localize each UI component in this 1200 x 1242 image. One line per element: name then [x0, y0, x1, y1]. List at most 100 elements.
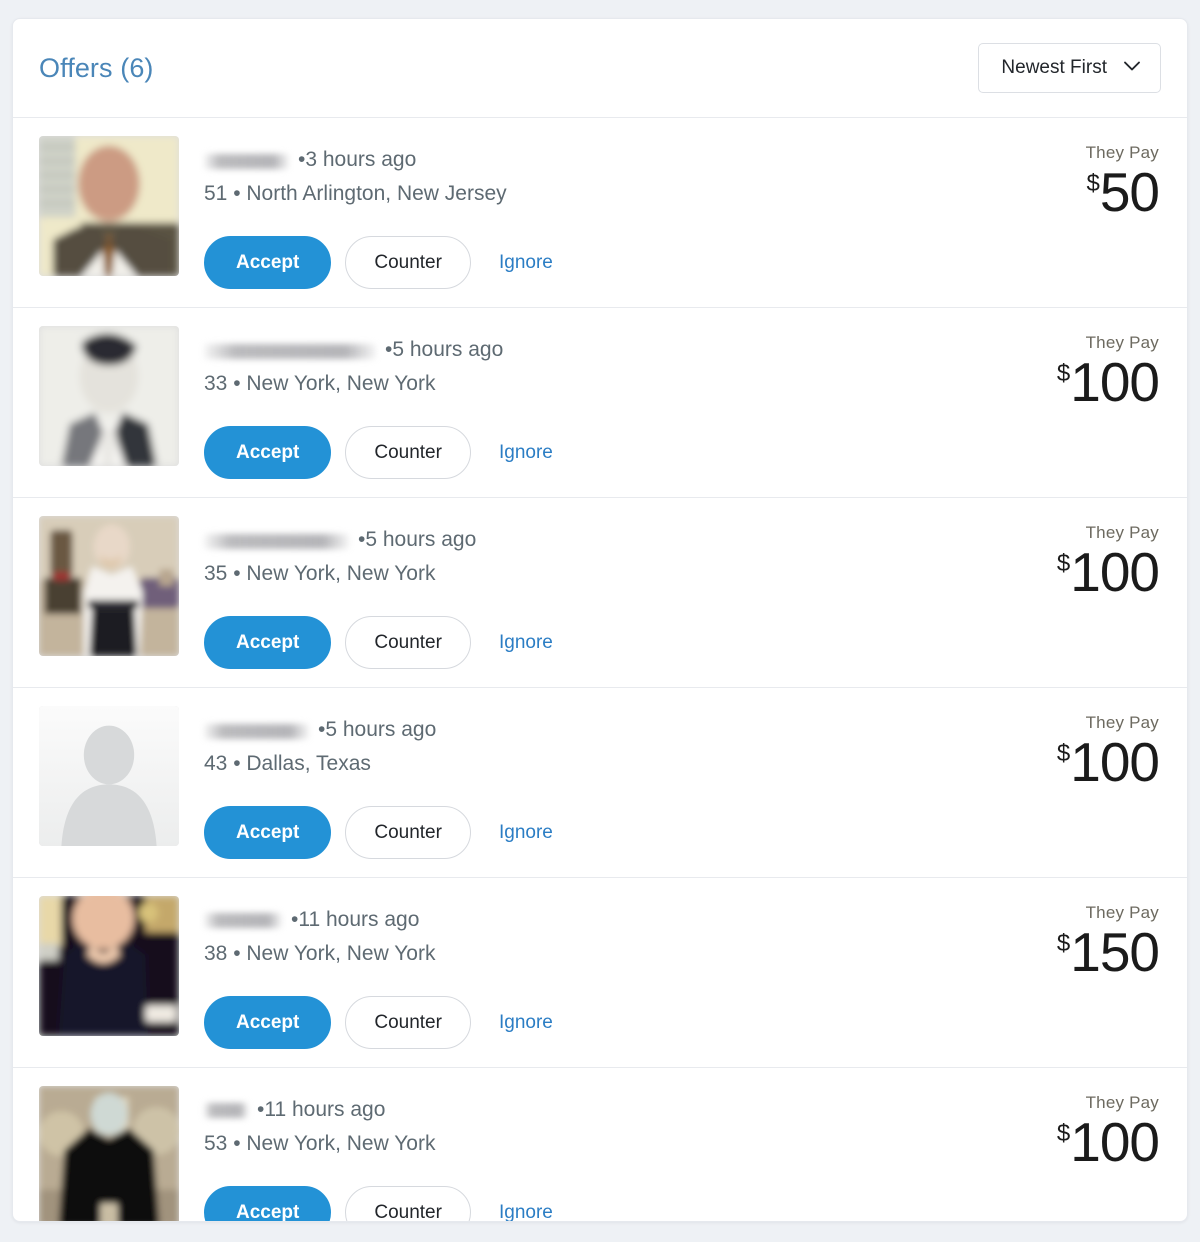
ignore-button[interactable]: Ignore [485, 427, 563, 478]
offers-list: • 3 hours ago 51 • North Arlington, New J… [13, 118, 1187, 1221]
offer-amount: $100 [1011, 734, 1160, 790]
amount-value: 50 [1099, 161, 1160, 223]
avatar[interactable] [39, 325, 179, 466]
offer-details: • 5 hours ago 35 • New York, New York Acce… [179, 516, 1011, 669]
offer-amount: $100 [1011, 1114, 1160, 1170]
amount-value: 100 [1070, 540, 1160, 603]
offer-amount: $100 [1011, 354, 1160, 410]
accept-button[interactable]: Accept [204, 235, 332, 289]
currency-symbol: $ [1056, 739, 1071, 767]
offer-identity-line: • 3 hours ago [204, 145, 1011, 175]
amount-value: 150 [1070, 920, 1160, 983]
offer-identity-line: • 5 hours ago [204, 525, 1011, 555]
chevron-down-icon [1123, 59, 1141, 77]
separator-dot: • [385, 337, 393, 361]
offer-age-location: 51 • North Arlington, New Jersey [204, 182, 507, 206]
offer-price: They Pay $100 [1011, 326, 1161, 410]
ignore-button[interactable]: Ignore [485, 617, 563, 668]
offer-actions: Accept Counter Ignore [204, 425, 1011, 479]
they-pay-label: They Pay [1085, 332, 1159, 352]
offers-card: Offers (6) Newest First • 3 hours ago 51 … [12, 18, 1188, 1222]
offer-timestamp: 5 hours ago [365, 527, 477, 551]
counter-button[interactable]: Counter [345, 805, 471, 859]
accept-button[interactable]: Accept [204, 1185, 332, 1221]
offer-price: They Pay $50 [1011, 136, 1161, 220]
amount-value: 100 [1070, 730, 1160, 793]
offer-details: • 3 hours ago 51 • North Arlington, New J… [179, 136, 1011, 289]
separator-dot: • [298, 148, 306, 171]
currency-symbol: $ [1056, 1119, 1071, 1147]
amount-value: 100 [1070, 350, 1160, 413]
offer-amount: $50 [1011, 165, 1160, 220]
they-pay-label: They Pay [1085, 712, 1159, 732]
they-pay-label: They Pay [1085, 522, 1159, 542]
avatar[interactable] [39, 515, 179, 656]
they-pay-label: They Pay [1085, 902, 1159, 922]
offer-details: • 11 hours ago 38 • New York, New York Acc… [179, 896, 1011, 1049]
they-pay-label: They Pay [1085, 143, 1159, 162]
offer-timestamp: 5 hours ago [392, 337, 504, 361]
username-redacted [204, 723, 309, 739]
username-redacted [204, 1103, 248, 1119]
offer-actions: Accept Counter Ignore [204, 1185, 1011, 1221]
offer-row: • 5 hours ago 43 • Dallas, Texas Accept Cou… [13, 688, 1187, 878]
avatar[interactable] [39, 895, 179, 1036]
offer-timestamp: 11 hours ago [264, 1097, 386, 1121]
offer-actions: Accept Counter Ignore [204, 615, 1011, 669]
username-redacted [204, 533, 349, 549]
offer-age-location: 53 • New York, New York [204, 1132, 436, 1156]
username-redacted [204, 913, 282, 929]
avatar[interactable] [39, 705, 179, 846]
offer-age-location: 35 • New York, New York [204, 562, 436, 586]
they-pay-label: They Pay [1085, 1092, 1159, 1112]
currency-symbol: $ [1056, 929, 1071, 957]
offer-identity-line: • 11 hours ago [204, 905, 1011, 935]
offer-actions: Accept Counter Ignore [204, 235, 1011, 289]
sort-order-dropdown[interactable]: Newest First [978, 43, 1161, 93]
offer-identity-line: • 5 hours ago [204, 715, 1011, 745]
offer-timestamp: 5 hours ago [325, 717, 437, 741]
counter-button[interactable]: Counter [345, 425, 471, 479]
ignore-button[interactable]: Ignore [485, 1187, 563, 1221]
counter-button[interactable]: Counter [345, 1185, 471, 1221]
currency-symbol: $ [1056, 549, 1071, 577]
accept-button[interactable]: Accept [204, 615, 332, 669]
offer-row: • 5 hours ago 33 • New York, New York Acce… [13, 308, 1187, 498]
offer-identity-line: • 5 hours ago [204, 335, 1011, 365]
ignore-button[interactable]: Ignore [485, 807, 563, 858]
offer-price: They Pay $150 [1011, 896, 1161, 980]
offer-row: • 5 hours ago 35 • New York, New York Acce… [13, 498, 1187, 688]
avatar[interactable] [39, 1085, 179, 1221]
offer-row: • 11 hours ago 53 • New York, New York Acc… [13, 1068, 1187, 1221]
counter-button[interactable]: Counter [345, 615, 471, 669]
offer-row: • 3 hours ago 51 • North Arlington, New J… [13, 118, 1187, 308]
sort-order-value: Newest First [1001, 57, 1107, 78]
counter-button[interactable]: Counter [345, 995, 471, 1049]
offer-price: They Pay $100 [1011, 1086, 1161, 1170]
page-background: Offers (6) Newest First • 3 hours ago 51 … [0, 0, 1200, 1242]
accept-button[interactable]: Accept [204, 995, 332, 1049]
ignore-button[interactable]: Ignore [485, 997, 563, 1048]
ignore-button[interactable]: Ignore [485, 237, 563, 288]
currency-symbol: $ [1086, 170, 1100, 197]
separator-dot: • [318, 717, 326, 741]
offer-identity-line: • 11 hours ago [204, 1095, 1011, 1125]
username-redacted [204, 153, 289, 169]
separator-dot: • [291, 907, 299, 931]
counter-button[interactable]: Counter [345, 235, 471, 289]
offer-amount: $150 [1011, 924, 1160, 980]
avatar[interactable] [39, 136, 179, 276]
separator-dot: • [257, 1097, 265, 1121]
offers-header: Offers (6) Newest First [13, 19, 1187, 118]
accept-button[interactable]: Accept [204, 805, 332, 859]
offer-details: • 5 hours ago 43 • Dallas, Texas Accept Cou… [179, 706, 1011, 859]
page-title: Offers (6) [39, 52, 154, 83]
offer-details: • 5 hours ago 33 • New York, New York Acce… [179, 326, 1011, 479]
offer-timestamp: 11 hours ago [298, 907, 420, 931]
separator-dot: • [358, 527, 366, 551]
offer-price: They Pay $100 [1011, 516, 1161, 600]
offer-row: • 11 hours ago 38 • New York, New York Acc… [13, 878, 1187, 1068]
offer-age-location: 33 • New York, New York [204, 372, 436, 396]
accept-button[interactable]: Accept [204, 425, 332, 479]
offer-age-location: 38 • New York, New York [204, 942, 436, 966]
